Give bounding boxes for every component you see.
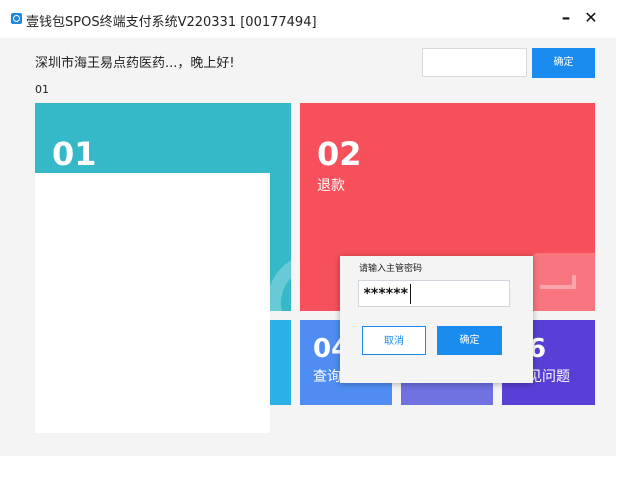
tile-02-number: 02 — [317, 135, 362, 173]
dialog-title: 请输入主管密码 — [359, 264, 423, 274]
header-input[interactable] — [422, 48, 527, 77]
password-field[interactable]: ****** — [358, 280, 510, 307]
title-bar: 壹钱包SPOS终端支付系统V220331 [00177494] – ✕ — [0, 0, 616, 38]
greeting-text: 深圳市海王易点药医药...，晚上好! — [35, 56, 235, 71]
minimize-button[interactable]: – — [555, 6, 577, 30]
window-title: 壹钱包SPOS终端支付系统V220331 [00177494] — [26, 15, 317, 30]
app-window: 壹钱包SPOS终端支付系统V220331 [00177494] – ✕ 深圳市海… — [0, 0, 616, 456]
tile-01-number: 01 — [52, 135, 97, 173]
tile-04-label: 查询 — [313, 369, 341, 385]
close-button[interactable]: ✕ — [580, 6, 602, 30]
tile-02-label: 退款 — [317, 178, 345, 194]
supervisor-password-dialog: 请输入主管密码 ****** 取消 确定 — [340, 256, 533, 383]
dialog-cancel-button[interactable]: 取消 — [362, 326, 426, 355]
app-logo-icon — [11, 13, 22, 24]
overlay-panel — [35, 173, 270, 433]
refund-arrow-icon — [540, 275, 576, 289]
tile-06-label: 见问题 — [528, 369, 570, 385]
header-confirm-button[interactable]: 确定 — [532, 48, 595, 78]
text-cursor — [409, 284, 411, 304]
dialog-confirm-button[interactable]: 确定 — [437, 326, 502, 355]
tile-01-decoration — [267, 253, 291, 311]
operator-code: 01 — [35, 83, 49, 96]
password-value: ****** — [363, 286, 409, 302]
